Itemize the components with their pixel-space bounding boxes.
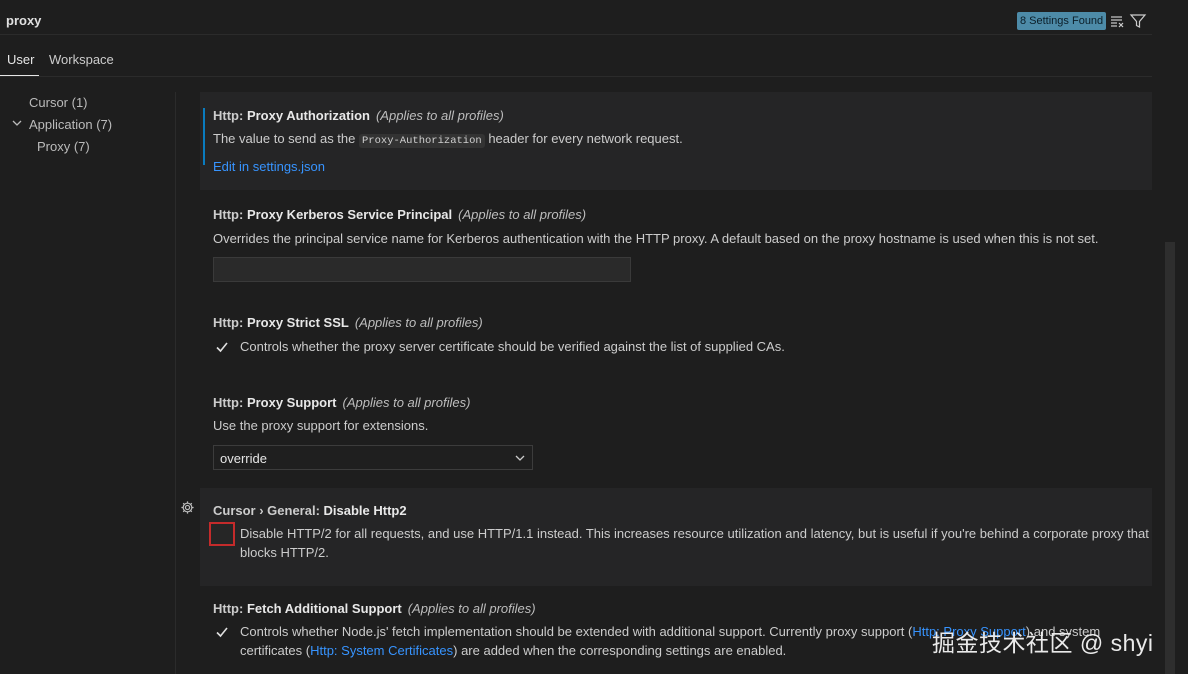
setting-name: Proxy Strict SSL	[246, 315, 349, 330]
kerberos-principal-input[interactable]	[213, 257, 631, 282]
gear-icon[interactable]	[180, 500, 195, 515]
strict-ssl-checkbox[interactable]	[213, 338, 231, 356]
scrollbar[interactable]	[1165, 242, 1175, 674]
setting-proxy-support: Http: Proxy Support (Applies to all profi…	[200, 388, 1152, 478]
setting-description-cont: header for every network request.	[484, 131, 683, 146]
setting-description-line2: blocks HTTP/2.	[240, 545, 329, 560]
results-count-badge: 8 Settings Found	[1017, 12, 1107, 30]
modified-indicator	[203, 108, 205, 165]
setting-category: Http:	[213, 395, 247, 410]
setting-description: The value to send as the	[213, 131, 359, 146]
setting-name: Proxy Authorization	[246, 108, 370, 123]
setting-description: Use the proxy support for extensions.	[213, 418, 429, 433]
setting-category: Http:	[213, 315, 247, 330]
tab-user[interactable]: User	[7, 52, 34, 67]
settings-search-bar[interactable]: proxy 8 Settings Found	[0, 8, 1152, 35]
search-input[interactable]: proxy	[6, 13, 41, 28]
toc-item-application[interactable]: Application (7)	[29, 117, 112, 132]
setting-category: Http:	[213, 108, 247, 123]
setting-description-line1: Disable HTTP/2 for all requests, and use…	[240, 526, 1149, 541]
setting-description: certificates (	[240, 643, 311, 658]
setting-description: Overrides the principal service name for…	[213, 231, 1099, 246]
setting-category: Http:	[213, 207, 247, 222]
setting-description: Controls whether the proxy server certif…	[240, 339, 785, 354]
setting-disable-http2: Cursor › General: Disable Http2 Disable …	[200, 488, 1152, 586]
tabs-divider	[0, 76, 1152, 77]
edit-in-settings-json-link[interactable]: Edit in settings.json	[213, 159, 325, 174]
setting-scope: (Applies to all profiles)	[354, 315, 483, 330]
watermark: 掘金技术社区 @ shyi	[932, 630, 1154, 656]
toc-item-proxy[interactable]: Proxy (7)	[37, 139, 90, 154]
setting-name: Disable Http2	[323, 503, 407, 518]
checkmark-icon	[216, 627, 228, 638]
setting-category: Http:	[213, 601, 247, 616]
setting-proxy-authorization: Http: Proxy Authorization (Applies to all…	[200, 92, 1152, 190]
system-certificates-link[interactable]: Http: System Certificates	[310, 643, 453, 658]
clear-filter-icon[interactable]	[1108, 12, 1126, 30]
settings-toc: Cursor (1) Application (7) Proxy (7)	[0, 92, 175, 674]
proxy-support-select[interactable]: override	[213, 445, 533, 470]
setting-scope: (Applies to all profiles)	[342, 395, 471, 410]
setting-name: Fetch Additional Support	[246, 601, 402, 616]
setting-description: Controls whether Node.js' fetch implemen…	[240, 624, 913, 639]
setting-proxy-kerberos: Http: Proxy Kerberos Service Principal (A…	[200, 200, 1152, 300]
toc-divider	[175, 92, 176, 674]
disable-http2-checkbox[interactable]	[209, 522, 235, 546]
setting-category: Cursor › General:	[213, 503, 324, 518]
toc-item-cursor[interactable]: Cursor (1)	[29, 95, 88, 110]
inline-code: Proxy-Authorization	[358, 134, 485, 148]
setting-scope: (Applies to all profiles)	[375, 108, 504, 123]
setting-scope: (Applies to all profiles)	[458, 207, 587, 222]
select-value: override	[220, 451, 267, 466]
filter-icon[interactable]	[1129, 12, 1147, 30]
setting-name: Proxy Kerberos Service Principal	[246, 207, 453, 222]
chevron-down-icon[interactable]	[11, 117, 23, 129]
setting-scope: (Applies to all profiles)	[407, 601, 536, 616]
setting-proxy-strict-ssl: Http: Proxy Strict SSL (Applies to all pr…	[200, 308, 1152, 368]
setting-name: Proxy Support	[246, 395, 337, 410]
checkmark-icon	[216, 342, 228, 353]
chevron-down-icon	[515, 455, 525, 461]
fetch-support-checkbox[interactable]	[213, 623, 231, 641]
tab-workspace[interactable]: Workspace	[49, 52, 114, 67]
setting-description-cont: ) are added when the corresponding setti…	[453, 643, 787, 658]
